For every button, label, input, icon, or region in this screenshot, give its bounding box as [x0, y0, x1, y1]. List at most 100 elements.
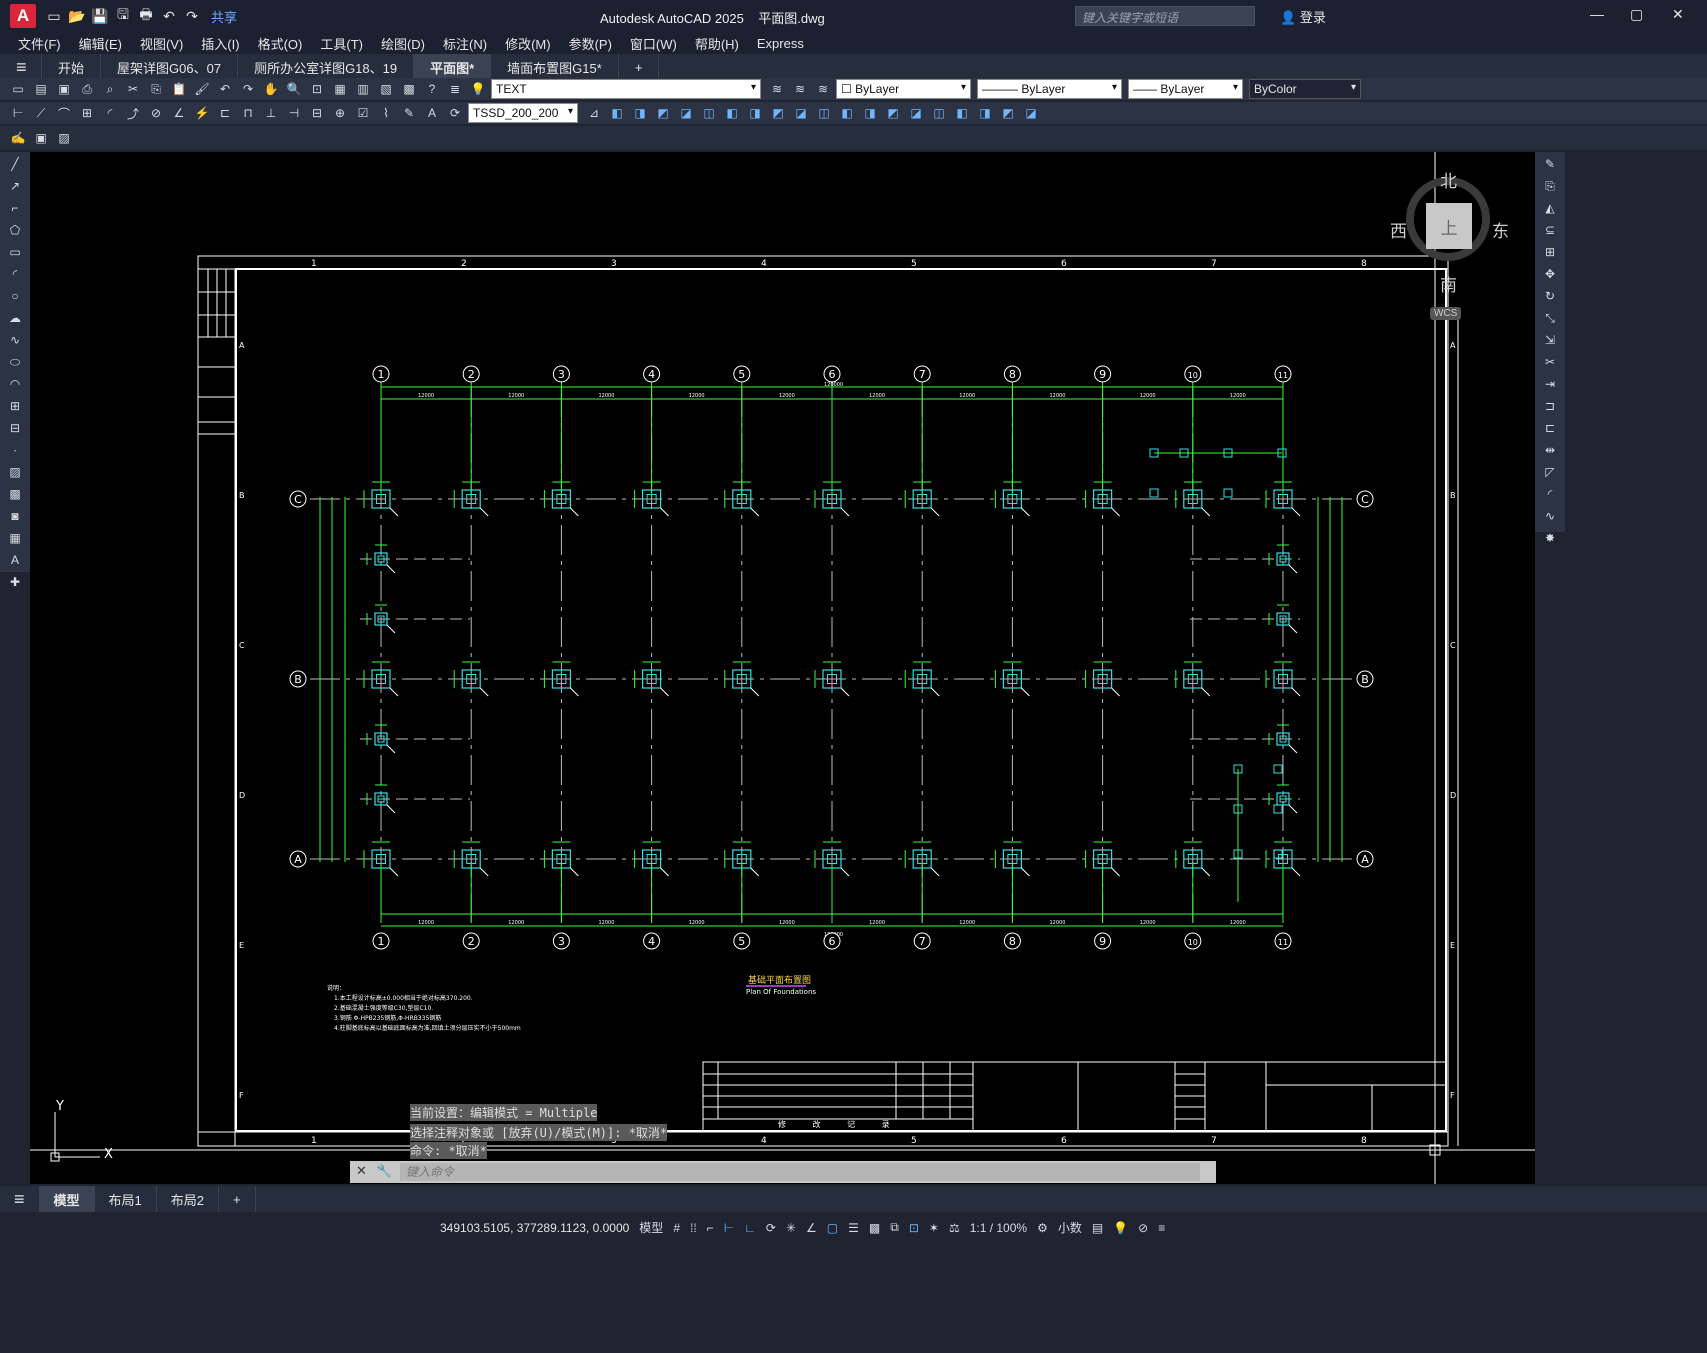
workspace-icon[interactable]: ⚙ [1037, 1221, 1048, 1235]
3d-tool-icon[interactable]: ◫ [699, 103, 719, 123]
center-mark-icon[interactable]: ⊕ [330, 103, 350, 123]
3d-tool-icon[interactable]: ◧ [607, 103, 627, 123]
break-icon[interactable]: ⊣ [284, 103, 304, 123]
menu-window[interactable]: 窗口(W) [630, 34, 677, 53]
edit-block-icon[interactable]: ✍ [8, 128, 28, 148]
table-icon[interactable]: ▦ [5, 528, 25, 548]
move-icon[interactable]: ✥ [1540, 264, 1560, 284]
linetype-dropdown[interactable]: ——— ByLayer ▾ [977, 79, 1122, 99]
copy-object-icon[interactable]: ⎘ [1540, 176, 1560, 196]
ortho-icon[interactable]: ∟ [744, 1221, 756, 1235]
layer-tool-icon[interactable]: ≋ [767, 79, 787, 99]
ordinate-icon[interactable]: ⊞ [77, 103, 97, 123]
viewcube-top-face[interactable]: 上 [1426, 203, 1472, 249]
compass-west[interactable]: 西 [1390, 217, 1407, 242]
quick-properties-icon[interactable]: ▤ [1092, 1221, 1103, 1235]
tab-wall-layout[interactable]: 墙面布置图G15* [491, 54, 619, 80]
new-icon[interactable]: ▭ [44, 6, 64, 26]
aligned-dim-icon[interactable]: ⟋ [31, 103, 51, 123]
bulb-icon[interactable]: 💡 [468, 79, 488, 99]
dimstyle-icon[interactable]: ⊿ [584, 103, 604, 123]
point-icon[interactable]: · [5, 440, 25, 460]
scale-icon[interactable]: ⤡ [1540, 308, 1560, 328]
viewcube[interactable]: 上 北 南 西 东 WCS [1390, 167, 1512, 320]
gradient-icon[interactable]: ▩ [5, 484, 25, 504]
undo-icon[interactable]: ↶ [215, 79, 235, 99]
menu-modify[interactable]: 修改(M) [505, 34, 551, 53]
ellipse-arc-icon[interactable]: ◠ [5, 374, 25, 394]
jogged-icon[interactable]: ⤴ [123, 103, 143, 123]
close-block-icon[interactable]: ▨ [54, 128, 74, 148]
redo-icon[interactable]: ↷ [182, 6, 202, 26]
match-icon[interactable]: 🖌 [192, 79, 212, 99]
mtext-icon[interactable]: A [5, 550, 25, 570]
isodraft-icon[interactable]: ✳ [786, 1221, 796, 1235]
3d-tool-icon[interactable]: ◧ [837, 103, 857, 123]
pan-icon[interactable]: ✋ [261, 79, 281, 99]
explode-icon[interactable]: ✸ [1540, 528, 1560, 548]
menu-view[interactable]: 视图(V) [140, 34, 183, 53]
layout-menu-icon[interactable]: ≡ [0, 1186, 40, 1212]
dim-update-icon[interactable]: ⟳ [445, 103, 465, 123]
annotation-scale[interactable]: 1:1 / 100% [970, 1221, 1027, 1235]
new-icon[interactable]: ▭ [8, 79, 28, 99]
tab-model[interactable]: 模型 [39, 1186, 95, 1212]
make-block-icon[interactable]: ⊟ [5, 418, 25, 438]
plot-icon[interactable]: ⎙ [77, 79, 97, 99]
redo-icon[interactable]: ↷ [238, 79, 258, 99]
quick-dim-icon[interactable]: ⚡ [192, 103, 212, 123]
angular-icon[interactable]: ∠ [169, 103, 189, 123]
arc-icon[interactable]: ◜ [5, 264, 25, 284]
hatch-icon[interactable]: ▨ [5, 462, 25, 482]
ellipse-icon[interactable]: ⬭ [5, 352, 25, 372]
color-dropdown[interactable]: ☐ ByLayer ▾ [836, 79, 971, 99]
rectangle-icon[interactable]: ▭ [5, 242, 25, 262]
circle-icon[interactable]: ○ [5, 286, 25, 306]
arc-length-icon[interactable]: ⌒ [54, 103, 74, 123]
selection-cycling-icon[interactable]: ⧉ [890, 1220, 899, 1235]
3d-osnap-icon[interactable]: ⊡ [909, 1221, 919, 1235]
undo-icon[interactable]: ↶ [159, 6, 179, 26]
print-icon[interactable]: 🖶 [136, 6, 156, 26]
space-icon[interactable]: ⊥ [261, 103, 281, 123]
command-input[interactable] [400, 1163, 1200, 1181]
compass-south[interactable]: 南 [1440, 271, 1457, 296]
snap-icon[interactable]: ⁞⁞ [690, 1221, 697, 1235]
compass-east[interactable]: 东 [1492, 217, 1509, 242]
search-input[interactable]: 键入关键字或短语 [1075, 6, 1255, 26]
tab-layout2[interactable]: 布局2 [157, 1186, 219, 1212]
help-icon[interactable]: ? [422, 79, 442, 99]
new-tab-button[interactable]: + [619, 54, 660, 80]
baseline-icon[interactable]: ⊏ [215, 103, 235, 123]
chamfer-icon[interactable]: ◸ [1540, 462, 1560, 482]
drawing-canvas[interactable]: 1122334455667788 AABBCCDDEEFF 12000 12000… [30, 152, 1535, 1184]
menu-express[interactable]: Express [757, 36, 804, 51]
fillet-icon[interactable]: ◜ [1540, 484, 1560, 504]
properties-icon[interactable]: ▦ [330, 79, 350, 99]
dim-edit-icon[interactable]: ✎ [399, 103, 419, 123]
3d-tool-icon[interactable]: ◧ [952, 103, 972, 123]
menu-parameter[interactable]: 参数(P) [569, 34, 612, 53]
menu-help[interactable]: 帮助(H) [695, 34, 739, 53]
extend-icon[interactable]: ⇥ [1540, 374, 1560, 394]
mirror-icon[interactable]: ◭ [1540, 198, 1560, 218]
erase-icon[interactable]: ✎ [1540, 154, 1560, 174]
dim-text-edit-icon[interactable]: A [422, 103, 442, 123]
dimstyle-dropdown[interactable]: TSSD_200_200 ▾ [468, 103, 578, 123]
save-as-icon[interactable]: 🖫 [113, 6, 133, 26]
3d-tool-icon[interactable]: ◩ [768, 103, 788, 123]
close-cmd-icon[interactable]: ✕ [356, 1163, 367, 1179]
add-selected-icon[interactable]: ✚ [5, 572, 25, 592]
3d-tool-icon[interactable]: ◪ [791, 103, 811, 123]
3d-tool-icon[interactable]: ◨ [975, 103, 995, 123]
polyline-icon[interactable]: ⌐ [5, 198, 25, 218]
menu-format[interactable]: 格式(O) [258, 34, 303, 53]
array-icon[interactable]: ⊞ [1540, 242, 1560, 262]
insert-block-icon[interactable]: ⊞ [5, 396, 25, 416]
break-point-icon[interactable]: ⊐ [1540, 396, 1560, 416]
close-icon[interactable]: ✕ [1672, 6, 1684, 23]
continue-icon[interactable]: ⊓ [238, 103, 258, 123]
join-icon[interactable]: ⇹ [1540, 440, 1560, 460]
object-snap-tracking-icon[interactable]: ∠ [806, 1221, 817, 1235]
menu-tools[interactable]: 工具(T) [320, 34, 363, 53]
